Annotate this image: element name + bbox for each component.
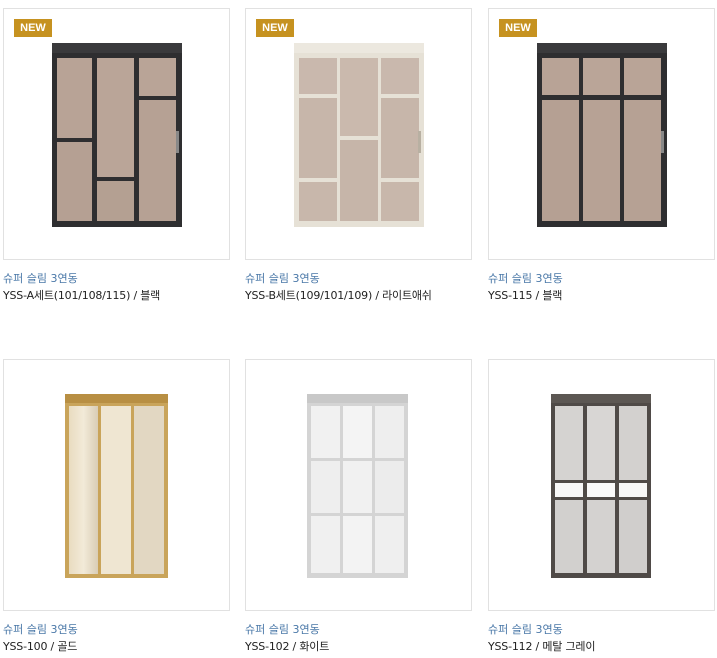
product-image[interactable]: NEW bbox=[3, 8, 230, 260]
product-card[interactable]: 슈퍼 슬림 3연동 YSS-102 / 화이트 bbox=[245, 359, 472, 654]
product-model[interactable]: YSS-A세트(101/108/115) / 블랙 bbox=[3, 289, 230, 303]
door-image bbox=[551, 394, 651, 578]
product-category[interactable]: 슈퍼 슬림 3연동 bbox=[245, 272, 472, 286]
door-image bbox=[307, 394, 408, 578]
product-category[interactable]: 슈퍼 슬림 3연동 bbox=[3, 272, 230, 286]
product-card[interactable]: NEW 슈퍼 슬림 3연동 YSS-A세트(101/108/115) / 블랙 bbox=[3, 8, 230, 303]
new-badge: NEW bbox=[14, 19, 52, 37]
door-image bbox=[537, 43, 667, 227]
door-image bbox=[294, 43, 424, 227]
product-card[interactable]: NEW 슈퍼 슬림 3연동 YSS-B세트(109/101/109) / 라이트… bbox=[245, 8, 472, 303]
product-category[interactable]: 슈퍼 슬림 3연동 bbox=[488, 623, 715, 637]
product-card[interactable]: 슈퍼 슬림 3연동 YSS-112 / 메탈 그레이 bbox=[488, 359, 715, 654]
new-badge: NEW bbox=[256, 19, 294, 37]
product-grid: NEW 슈퍼 슬림 3연동 YSS-A세트(101/108/115) / 블랙 bbox=[0, 0, 717, 658]
product-model[interactable]: YSS-100 / 골드 bbox=[3, 640, 230, 654]
new-badge: NEW bbox=[499, 19, 537, 37]
product-image[interactable]: NEW bbox=[245, 8, 472, 260]
product-category[interactable]: 슈퍼 슬림 3연동 bbox=[245, 623, 472, 637]
product-category[interactable]: 슈퍼 슬림 3연동 bbox=[3, 623, 230, 637]
product-image[interactable] bbox=[3, 359, 230, 611]
door-image bbox=[65, 394, 168, 578]
product-card[interactable]: NEW 슈퍼 슬림 3연동 YSS-115 / 블랙 bbox=[488, 8, 715, 303]
door-image bbox=[52, 43, 182, 227]
product-image[interactable] bbox=[245, 359, 472, 611]
product-model[interactable]: YSS-112 / 메탈 그레이 bbox=[488, 640, 715, 654]
product-model[interactable]: YSS-B세트(109/101/109) / 라이트애쉬 bbox=[245, 289, 472, 303]
product-image[interactable] bbox=[488, 359, 715, 611]
product-model[interactable]: YSS-102 / 화이트 bbox=[245, 640, 472, 654]
product-model[interactable]: YSS-115 / 블랙 bbox=[488, 289, 715, 303]
product-image[interactable]: NEW bbox=[488, 8, 715, 260]
product-category[interactable]: 슈퍼 슬림 3연동 bbox=[488, 272, 715, 286]
product-card[interactable]: 슈퍼 슬림 3연동 YSS-100 / 골드 bbox=[3, 359, 230, 654]
